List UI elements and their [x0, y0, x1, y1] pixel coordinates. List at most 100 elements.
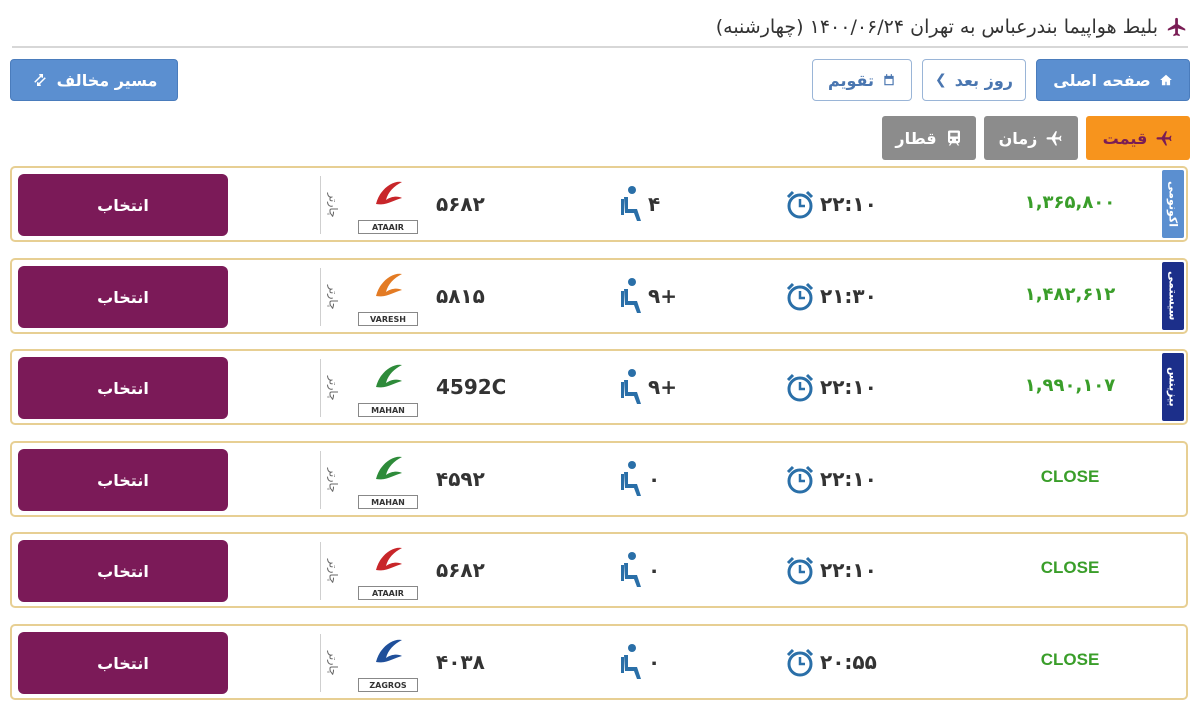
seat-icon	[621, 186, 641, 221]
flight-price: ۱,۴۸۲,۶۱۲	[1024, 284, 1116, 305]
flight-type-label: چارتر	[326, 467, 340, 493]
alarm-clock-icon	[786, 648, 814, 677]
airline-code: ATAAIR	[358, 586, 418, 600]
flight-number: ۵۶۸۲	[436, 558, 485, 582]
tab-price-label: قیمت	[1102, 128, 1148, 148]
divider	[320, 634, 321, 692]
seat-icon	[621, 552, 641, 587]
tab-train[interactable]: قطار	[882, 116, 976, 160]
flight-number: ۵۶۸۲	[436, 192, 485, 216]
flight-type-label: چارتر	[326, 284, 340, 310]
calendar-icon	[884, 74, 894, 86]
flight-type-label: چارتر	[326, 192, 340, 218]
divider	[320, 176, 321, 234]
divider	[320, 451, 321, 509]
select-flight-button[interactable]: انتخاب	[18, 357, 228, 419]
airline-logo-mark	[376, 181, 402, 205]
flight-type-label: چارتر	[326, 558, 340, 584]
departure-time: ۲۰:۵۵	[820, 650, 877, 674]
alarm-clock-icon	[786, 282, 814, 311]
home-icon	[1159, 74, 1172, 86]
airline-logo: ATAAIR	[358, 174, 418, 236]
page-header: بلیط هواپیما بندرعباس به تهران ۱۴۰۰/۰۶/۲…	[12, 8, 1188, 48]
flight-number: ۵۸۱۵	[436, 284, 485, 308]
flight-number: 4592C	[436, 375, 507, 399]
class-badge: سیستمی	[1162, 262, 1184, 330]
calendar-button[interactable]: تقویم	[812, 59, 912, 101]
airline-logo-mark	[376, 547, 402, 571]
available-seats: ۰	[648, 558, 661, 582]
alarm-clock-icon	[786, 373, 814, 402]
plane-icon	[1167, 17, 1186, 37]
available-seats: ۰	[648, 650, 661, 674]
flight-price: CLOSE	[1040, 467, 1100, 486]
available-seats: +۹	[648, 375, 677, 399]
airline-logo: ATAAIR	[358, 540, 418, 602]
home-button-label: صفحه اصلی	[1053, 70, 1151, 90]
flight-row: انتخاب چارتر ATAAIR ۵۶۸۲ ۴ ۲۲:۱۰ ۱,۳۶۵,۸…	[10, 166, 1188, 242]
airline-logo-mark	[376, 273, 402, 297]
seat-icon	[621, 644, 641, 679]
airline-code: ATAAIR	[358, 220, 418, 234]
next-day-button[interactable]: روز بعد ❯	[922, 59, 1026, 101]
reverse-route-label: مسیر مخالف	[56, 70, 158, 90]
airline-logo-mark	[376, 456, 402, 480]
departure-time: ۲۲:۱۰	[820, 558, 877, 582]
tab-train-label: قطار	[895, 128, 937, 148]
departure-time: ۲۲:۱۰	[820, 192, 877, 216]
flight-price: ۱,۹۹۰,۱۰۷	[1024, 375, 1116, 396]
airline-logo: VARESH	[358, 266, 418, 328]
flight-row: انتخاب چارتر MAHAN 4592C +۹ ۲۲:۱۰ ۱,۹۹۰,…	[10, 349, 1188, 425]
airline-code: MAHAN	[358, 495, 418, 509]
airline-logo-mark	[376, 364, 402, 388]
seat-icon	[621, 278, 641, 313]
seat-icon	[621, 369, 641, 404]
airline-logo: MAHAN	[358, 449, 418, 511]
tab-time[interactable]: زمان	[984, 116, 1078, 160]
divider	[320, 268, 321, 326]
alarm-clock-icon	[786, 465, 814, 494]
calendar-label: تقویم	[827, 70, 875, 90]
home-button[interactable]: صفحه اصلی	[1036, 59, 1190, 101]
select-flight-button[interactable]: انتخاب	[18, 449, 228, 511]
select-flight-button[interactable]: انتخاب	[18, 632, 228, 694]
available-seats: ۴	[648, 192, 661, 216]
divider	[320, 542, 321, 600]
plane-icon	[1046, 131, 1062, 146]
airline-code: ZAGROS	[358, 678, 418, 692]
flight-row: انتخاب چارتر MAHAN ۴۵۹۲ ۰ ۲۲:۱۰ CLOSE	[10, 441, 1188, 517]
departure-time: ۲۲:۱۰	[820, 467, 877, 491]
select-flight-button[interactable]: انتخاب	[18, 174, 228, 236]
departure-time: ۲۲:۱۰	[820, 375, 877, 399]
departure-time: ۲۱:۳۰	[820, 284, 877, 308]
flight-row: انتخاب چارتر ATAAIR ۵۶۸۲ ۰ ۲۲:۱۰ CLOSE	[10, 532, 1188, 608]
swap-icon	[33, 74, 46, 86]
chevron-right-icon: ❯	[935, 72, 947, 88]
reverse-route-button[interactable]: مسیر مخالف	[10, 59, 178, 101]
select-flight-button[interactable]: انتخاب	[18, 540, 228, 602]
page-title: بلیط هواپیما بندرعباس به تهران ۱۴۰۰/۰۶/۲…	[715, 16, 1158, 38]
airline-logo: MAHAN	[358, 357, 418, 419]
flight-row: انتخاب چارتر VARESH ۵۸۱۵ +۹ ۲۱:۳۰ ۱,۴۸۲,…	[10, 258, 1188, 334]
seat-icon	[621, 461, 641, 496]
tab-price[interactable]: قیمت	[1086, 116, 1190, 160]
next-day-label: روز بعد	[954, 70, 1013, 90]
flight-number: ۴۵۹۲	[436, 467, 485, 491]
class-badge: اکونومی	[1162, 170, 1184, 238]
available-seats: +۹	[648, 284, 677, 308]
flight-type-label: چارتر	[326, 375, 340, 401]
select-flight-button[interactable]: انتخاب	[18, 266, 228, 328]
airline-logo: ZAGROS	[358, 632, 418, 694]
train-icon	[947, 130, 960, 146]
alarm-clock-icon	[786, 556, 814, 585]
flight-type-label: چارتر	[326, 650, 340, 676]
flight-number: ۴۰۳۸	[436, 650, 485, 674]
available-seats: ۰	[648, 467, 661, 491]
class-badge: بیزینس	[1162, 353, 1184, 421]
plane-icon	[1156, 131, 1172, 146]
tab-time-label: زمان	[998, 128, 1038, 148]
airline-code: VARESH	[358, 312, 418, 326]
alarm-clock-icon	[786, 190, 814, 219]
divider	[320, 359, 321, 417]
flight-row: انتخاب چارتر ZAGROS ۴۰۳۸ ۰ ۲۰:۵۵ CLOSE	[10, 624, 1188, 700]
